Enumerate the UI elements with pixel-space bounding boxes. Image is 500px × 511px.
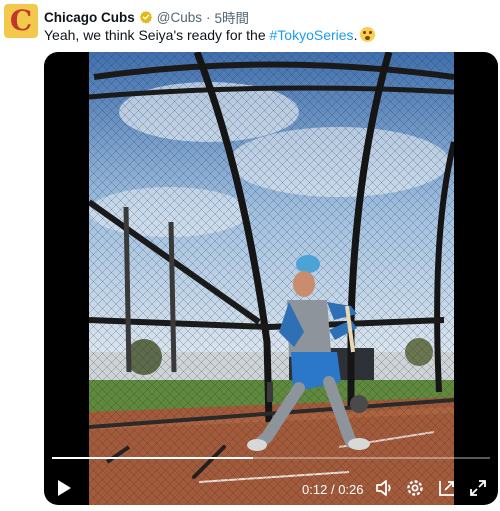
time-readout: 0:12 / 0:26	[302, 482, 364, 497]
hashtag-link[interactable]: #TokyoSeries	[270, 27, 354, 43]
video-player[interactable]: 0:12 / 0:26	[44, 52, 498, 505]
gear-icon[interactable]	[405, 478, 425, 498]
post-timestamp[interactable]: 5時間	[215, 7, 250, 27]
volume-icon[interactable]	[374, 478, 394, 498]
meta-separator: ·	[206, 9, 211, 25]
post-meta: Chicago Cubs @Cubs · 5時間	[44, 7, 249, 27]
avatar[interactable]: C	[4, 4, 38, 38]
progress-fill	[52, 457, 254, 459]
popout-icon[interactable]	[437, 478, 457, 498]
video-controls: 0:12 / 0:26	[44, 455, 498, 505]
current-time: 0:12	[302, 482, 328, 497]
avatar-logo-letter: C	[9, 4, 33, 37]
user-handle[interactable]: @Cubs	[157, 10, 202, 25]
fullscreen-icon[interactable]	[468, 478, 488, 498]
video-frame	[89, 52, 454, 505]
play-icon[interactable]	[54, 477, 74, 499]
verified-badge-icon	[139, 10, 153, 24]
flushed-face-emoji	[360, 27, 376, 42]
duration: 0:26	[338, 482, 364, 497]
time-divider: /	[330, 482, 335, 497]
display-name[interactable]: Chicago Cubs	[44, 10, 135, 25]
post-text-end: .	[353, 27, 358, 43]
post-text: Yeah, we think Seiya's ready for the #To…	[44, 27, 376, 43]
post-header: C Chicago Cubs @Cubs · 5時間 Yeah, we thin…	[4, 4, 492, 44]
post-text-body: Yeah, we think Seiya's ready for the	[44, 27, 270, 43]
progress-bar[interactable]	[52, 457, 490, 459]
